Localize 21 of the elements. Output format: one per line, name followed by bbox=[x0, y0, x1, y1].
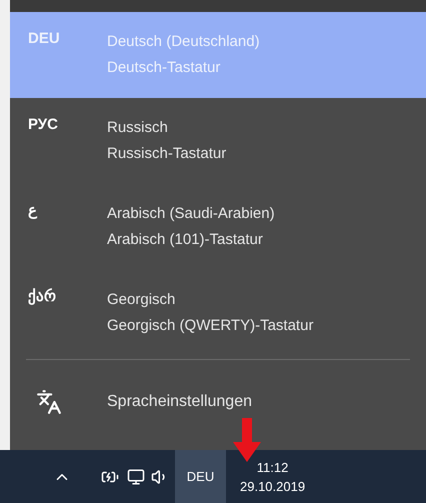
language-name: Arabisch (Saudi-Arabien) bbox=[107, 204, 275, 224]
language-code: DEU bbox=[27, 29, 61, 49]
language-code: ع bbox=[27, 201, 38, 221]
language-code: РУС bbox=[27, 115, 59, 135]
input-language-button[interactable]: DEU bbox=[175, 450, 226, 503]
keyboard-name: Deutsch-Tastatur bbox=[107, 58, 222, 78]
language-settings-icon bbox=[36, 389, 62, 415]
language-code: ქარ bbox=[27, 287, 57, 307]
network-icon[interactable] bbox=[127, 468, 145, 486]
language-settings-link[interactable]: Spracheinstellungen bbox=[10, 360, 426, 444]
keyboard-name: Georgisch (QWERTY)-Tastatur bbox=[107, 316, 314, 336]
language-item[interactable]: ქარ Georgisch Georgisch (QWERTY)-Tastatur bbox=[10, 270, 426, 356]
settings-label: Spracheinstellungen bbox=[107, 392, 252, 412]
keyboard-name: Arabisch (101)-Tastatur bbox=[107, 230, 264, 250]
keyboard-name: Russisch-Tastatur bbox=[107, 144, 226, 164]
language-item[interactable]: РУС Russisch Russisch-Tastatur bbox=[10, 98, 426, 184]
language-name: Russisch bbox=[107, 118, 169, 138]
language-name: Georgisch bbox=[107, 290, 176, 310]
language-name: Deutsch (Deutschland) bbox=[107, 32, 260, 52]
clock-button[interactable]: 11:12 29.10.2019 bbox=[240, 458, 306, 496]
arrow-down-icon bbox=[233, 418, 261, 462]
